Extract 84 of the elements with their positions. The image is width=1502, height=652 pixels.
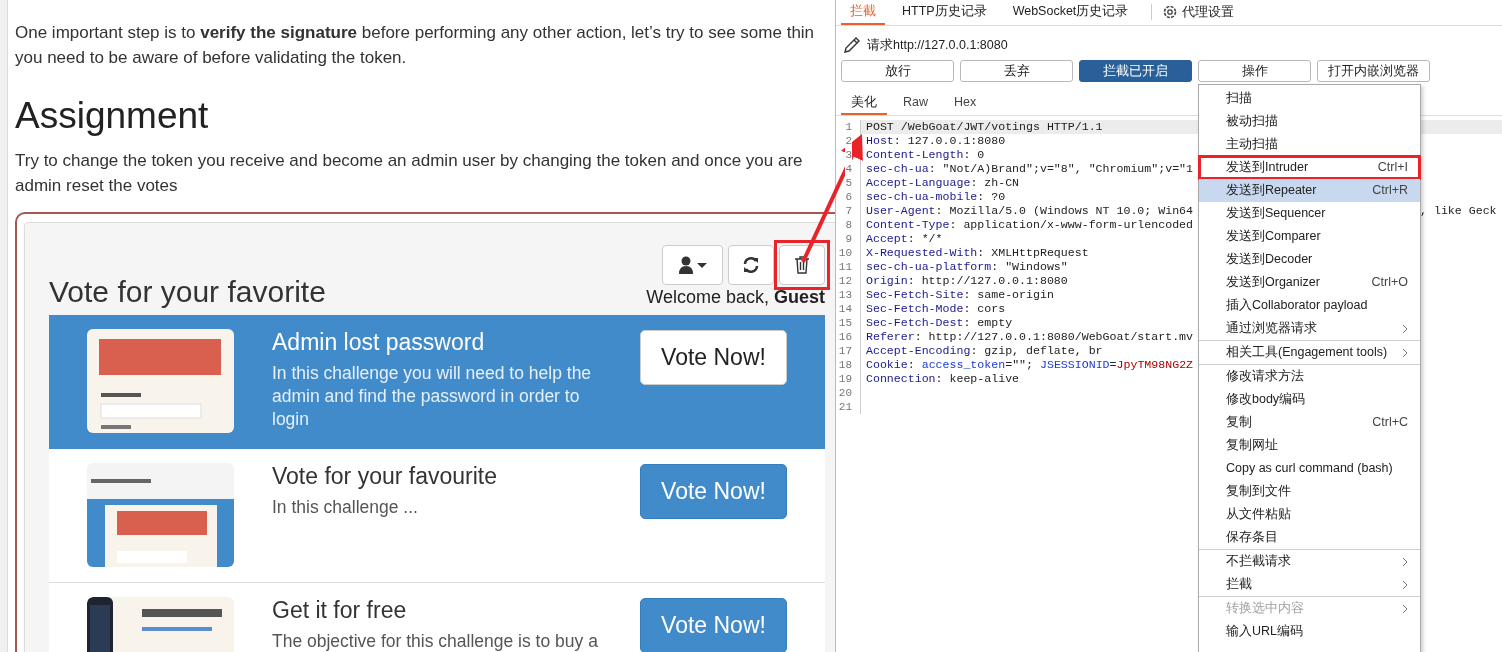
menu-item[interactable]: 发送到Decoder [1199, 248, 1420, 271]
menu-item[interactable]: 扫描 [1199, 87, 1420, 110]
refresh-icon [742, 256, 760, 274]
code-line: Content-Type: application/x-www-form-urlencoded [866, 218, 1193, 231]
vote-button[interactable]: Vote Now! [640, 464, 787, 519]
menu-item[interactable]: 不拦截请求 [1199, 550, 1420, 573]
vote-button[interactable]: Vote Now! [640, 330, 787, 385]
menu-item[interactable]: 复制网址 [1199, 434, 1420, 457]
card-description: The objective for this challenge is to buy a [272, 630, 599, 652]
code-line: User-Agent: Mozilla/5.0 (Windows NT 10.0; Win64 [866, 204, 1193, 217]
user-button[interactable] [662, 245, 723, 285]
proxy-tab[interactable]: HTTP历史记录 [893, 0, 996, 25]
menu-item[interactable]: 相关工具(Engagement tools) [1199, 341, 1420, 364]
menu-item[interactable]: 发送到Sequencer [1199, 202, 1420, 225]
toolbar-button[interactable]: 丢弃 [960, 60, 1073, 82]
code-line: Sec-Fetch-Dest: empty [866, 316, 1013, 329]
delete-button[interactable] [779, 245, 825, 285]
menu-item[interactable]: Copy as curl command (bash) [1199, 457, 1420, 480]
code-line: Connection: keep-alive [866, 372, 1020, 385]
card-title: Admin lost password [272, 329, 486, 355]
trash-icon [794, 256, 810, 274]
line-number: 2 [845, 134, 852, 148]
code-line: sec-ch-ua: "Not/A)Brand";v="8", "Chromium";v="1 [866, 162, 1193, 175]
code-line: POST /WebGoat/JWT/votings HTTP/1.1 [866, 120, 1103, 133]
editor-tab[interactable]: Raw [893, 93, 938, 115]
menu-item[interactable]: 发送到Intruder Ctrl+I [1199, 156, 1420, 179]
menu-item[interactable]: 复制到文件 [1199, 480, 1420, 503]
code-line: Origin: http://127.0.0.1:8080 [866, 274, 1068, 287]
menu-item[interactable]: 修改请求方法 [1199, 365, 1420, 388]
toolbar-button[interactable]: 放行 [841, 60, 954, 82]
challenge-card[interactable]: Admin lost password In this challenge you will need to help the admin and find the password in order to login Vote Now! [49, 315, 825, 449]
toolbar-button[interactable]: 打开内嵌浏览器 [1317, 60, 1430, 82]
refresh-button[interactable] [728, 245, 774, 285]
menu-item[interactable]: 发送到Comparer [1199, 225, 1420, 248]
menu-item[interactable]: 复制 Ctrl+C [1199, 411, 1420, 434]
code-line: Accept-Encoding: gzip, deflate, br [866, 344, 1103, 357]
line-number: 3 [845, 148, 852, 162]
pencil-icon [843, 36, 861, 54]
menu-item[interactable]: 修改body编码 [1199, 388, 1420, 411]
code-line: sec-ch-ua-platform: "Windows" [866, 260, 1068, 273]
menu-item[interactable]: 从文件粘贴 [1199, 503, 1420, 526]
proxy-settings-tab[interactable]: 代理设置 [1158, 0, 1239, 25]
card-title: Get it for free [272, 597, 408, 623]
menu-item[interactable]: 发送到Organizer Ctrl+O [1199, 271, 1420, 294]
vote-button[interactable]: Vote Now! [640, 598, 787, 652]
menu-item[interactable]: 拦截 [1199, 573, 1420, 596]
proxy-tab[interactable]: WebSocket历史记录 [1003, 0, 1138, 25]
code-line: Sec-Fetch-Mode: cors [866, 302, 1006, 315]
proxy-tab[interactable]: 拦截 [841, 0, 885, 25]
code-line: Referer: http://127.0.0.1:8080/WebGoat/start.mv [866, 330, 1193, 343]
settings-icon [1162, 4, 1179, 20]
menu-item[interactable]: 通过浏览器请求 [1199, 317, 1420, 340]
assignment-paragraph: Try to change the token you receive and become an admin user by changing the token and once you are admin reset the votes [15, 150, 804, 197]
welcome-text: Welcome back, Guest [646, 286, 825, 308]
assignment-heading: Assignment [15, 94, 210, 138]
challenge-card[interactable]: Vote for your favourite In this challenge ... Vote Now! [49, 449, 825, 583]
intro-paragraph: One important step is to verify the signature before performing any other action, let’s try to see some thin you need to be aware of before validating the token. [15, 22, 816, 69]
menu-item[interactable]: 输入URL编码 [1199, 620, 1420, 643]
challenge-card[interactable]: Get it for free The objective for this challenge is to buy a Vote Now! [49, 583, 825, 652]
menu-item[interactable]: 主动扫描 [1199, 133, 1420, 156]
vote-title: Vote for your favorite [49, 274, 326, 310]
request-url: 请求http://127.0.0.1:8080 [867, 36, 1008, 54]
code-line: Cookie: access_token=""; JSESSIONID=JpyTM98NG2Z [866, 358, 1194, 371]
toolbar-button[interactable]: 操作 [1198, 60, 1311, 82]
card-description: In this challenge ... [272, 496, 419, 519]
code-line: Accept: */* [866, 232, 943, 245]
code-line: Accept-Language: zh-CN [866, 176, 1020, 189]
editor-tab[interactable]: 美化 [841, 93, 887, 115]
card-title: Vote for your favourite [272, 463, 498, 489]
menu-item[interactable]: 被动扫描 [1199, 110, 1420, 133]
code-line: Host: 127.0.0.1:8080 [866, 134, 1006, 147]
menu-item[interactable]: 插入Collaborator payload [1199, 294, 1420, 317]
card-description: In this challenge you will need to help the admin and find the password in order to login [272, 362, 593, 431]
menu-item[interactable]: 保存条目 [1199, 526, 1420, 549]
editor-tab[interactable]: Hex [944, 93, 987, 115]
user-dropdown-icon [678, 256, 707, 274]
menu-item[interactable]: 发送到Repeater Ctrl+R [1199, 179, 1420, 202]
code-line: X-Requested-With: XMLHttpRequest [866, 246, 1089, 259]
code-line: Sec-Fetch-Site: same-origin [866, 288, 1054, 301]
toolbar-button[interactable]: 拦截已开启 [1079, 60, 1192, 82]
code-line: Content-Length: 0 [866, 148, 985, 161]
code-line: , like Geck [1420, 204, 1497, 217]
code-line: sec-ch-ua-mobile: ?0 [866, 190, 1006, 203]
line-number: 4 [845, 162, 852, 176]
